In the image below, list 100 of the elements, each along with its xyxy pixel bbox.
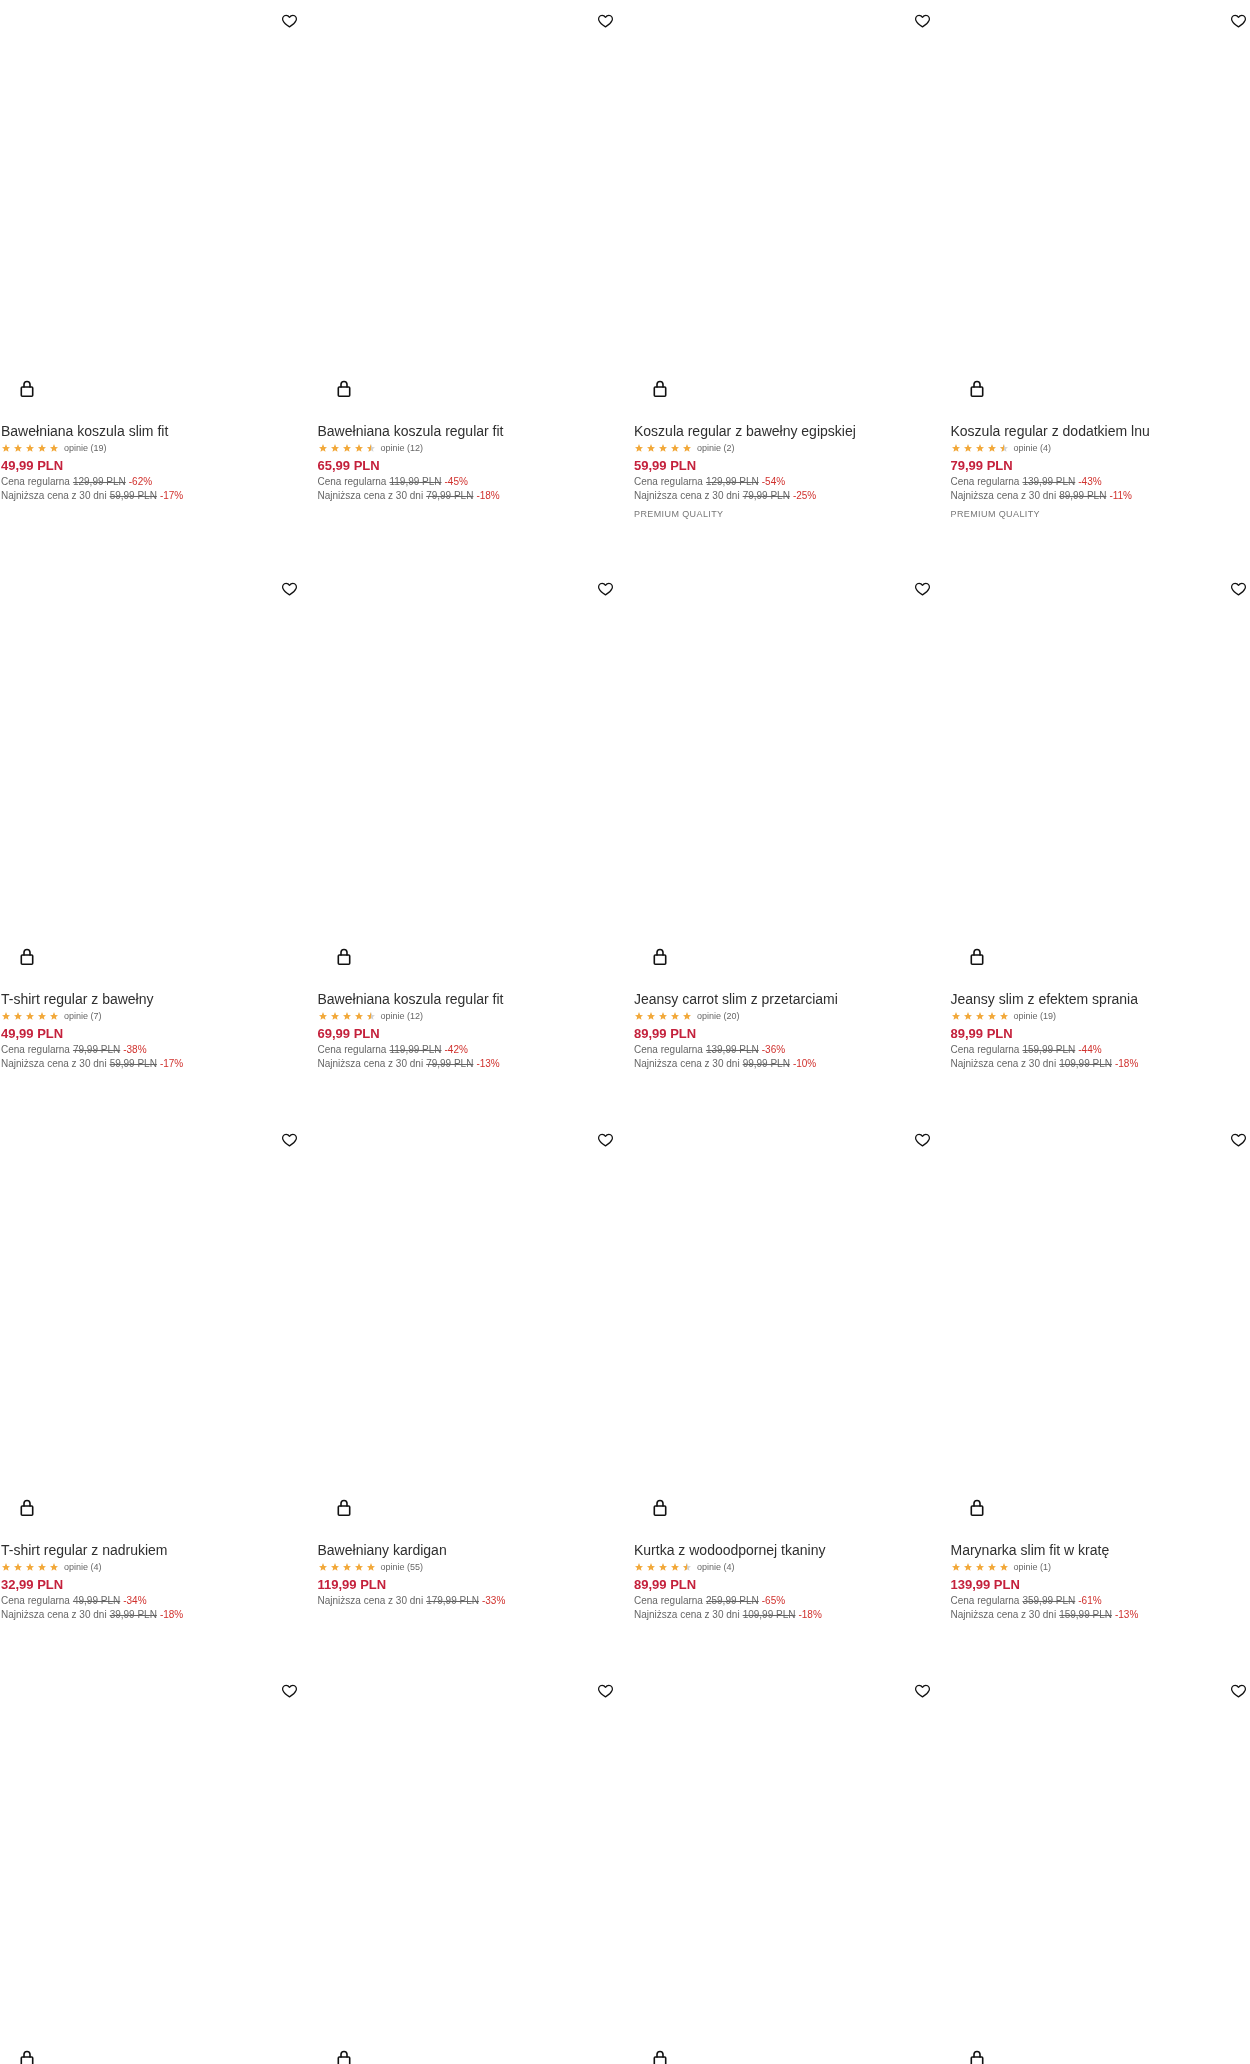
shopping-bag-icon[interactable] [653,2050,667,2064]
shopping-bag-icon[interactable] [336,1499,351,1516]
current-price: 89,99 PLN [633,1025,698,1043]
heart-icon[interactable] [914,1133,930,1147]
product-title[interactable]: Jeansy carrot slim z przetarciami [633,990,934,1008]
review-count[interactable]: opinie (1) [1013,1562,1052,1572]
heart-icon[interactable] [598,14,613,28]
review-count[interactable]: opinie (4) [64,1562,102,1572]
shopping-bag-icon[interactable] [653,948,667,965]
half-star-icon [999,444,1008,452]
review-count[interactable]: opinie (4) [1013,443,1052,453]
price-label: Cena regularna [634,475,703,489]
heart-icon[interactable] [914,14,930,28]
product-title[interactable]: Bawełniana koszula regular fit [316,990,617,1008]
review-count[interactable]: opinie (55) [380,1562,424,1572]
shopping-bag-icon[interactable] [20,948,34,965]
shopping-bag-icon[interactable] [20,1499,34,1516]
star-icon [671,1012,679,1020]
star-icon [26,1012,34,1020]
shopping-bag-icon[interactable] [336,2050,351,2064]
product-title[interactable]: T-shirt regular z bawełny [0,990,301,1008]
old-price: 49,99 PLN [72,1594,121,1608]
price-label: Najniższa cena z 30 dni [317,1057,424,1071]
heart-icon[interactable] [598,582,613,596]
heart-icon[interactable] [914,582,930,596]
star-icon [2,1563,10,1571]
review-count[interactable]: opinie (19) [64,443,107,453]
review-count[interactable]: opinie (7) [64,1011,102,1021]
price-label: Cena regularna [1,475,70,489]
star-icon [342,1563,351,1571]
star-icon [963,444,972,452]
old-price: 109,99 PLN [742,1608,796,1622]
shopping-bag-icon[interactable] [969,948,984,965]
current-price: 89,99 PLN [949,1025,1014,1043]
discount-percent: -18% [798,1608,822,1622]
star-icon [659,1563,667,1571]
heart-icon[interactable] [914,1684,930,1698]
shopping-bag-icon[interactable] [653,380,667,397]
price-label: Najniższa cena z 30 dni [1,489,107,503]
star-icon [38,1563,46,1571]
shopping-bag-icon[interactable] [969,1499,984,1516]
heart-icon[interactable] [1231,14,1246,28]
heart-icon[interactable] [598,1684,613,1698]
half-star-icon [366,1012,375,1020]
shopping-bag-icon[interactable] [336,948,351,965]
product-title[interactable]: Kurtka z wodoodpornej tkaniny [633,1541,934,1559]
product-title[interactable]: Koszula regular z dodatkiem lnu [949,422,1250,440]
star-icon [50,1563,58,1571]
star-icon [14,1012,22,1020]
heart-icon[interactable] [281,14,297,28]
old-price: 179,99 PLN [426,1594,479,1608]
star-icon [951,1012,960,1020]
star-icon [671,444,679,452]
review-count[interactable]: opinie (2) [697,443,735,453]
discount-percent: -13% [476,1057,500,1071]
product-title[interactable]: Jeansy slim z efektem sprania [949,990,1250,1008]
shopping-bag-icon[interactable] [20,380,34,397]
price-label: Cena regularna [1,1043,70,1057]
discount-percent: -10% [792,1057,817,1071]
review-count[interactable]: opinie (19) [1013,1011,1057,1021]
review-count[interactable]: opinie (20) [697,1011,740,1021]
old-price: 79,99 PLN [742,489,790,503]
star-icon [342,1012,351,1020]
review-count[interactable]: opinie (12) [380,443,424,453]
heart-icon[interactable] [281,1684,297,1698]
old-price: 139,99 PLN [1022,475,1076,489]
review-count[interactable]: opinie (4) [697,1562,735,1572]
star-icon [38,444,46,452]
product-title[interactable]: Bawełniana koszula slim fit [0,422,301,440]
price-label: Cena regularna [1,1594,70,1608]
product-title[interactable]: Bawełniany kardigan [316,1541,617,1559]
shopping-bag-icon[interactable] [969,2050,984,2064]
half-star-icon [366,444,375,452]
shopping-bag-icon[interactable] [20,2050,34,2064]
star-icon [963,1012,972,1020]
price-label: Cena regularna [317,1043,387,1057]
star-icon [330,1563,339,1571]
star-icon [330,444,339,452]
product-title[interactable]: Bawełniana koszula regular fit [316,422,617,440]
star-icon [635,1563,643,1571]
heart-icon[interactable] [1231,1684,1246,1698]
review-count[interactable]: opinie (12) [380,1011,424,1021]
price-label: Cena regularna [950,475,1020,489]
product-title[interactable]: Koszula regular z bawełny egipskiej [633,422,934,440]
product-title[interactable]: Marynarka slim fit w kratę [949,1541,1250,1559]
star-icon [659,444,667,452]
heart-icon[interactable] [1231,1133,1246,1147]
shopping-bag-icon[interactable] [969,380,984,397]
heart-icon[interactable] [598,1133,613,1147]
product-title[interactable]: T-shirt regular z nadrukiem [0,1541,301,1559]
discount-percent: -44% [1078,1043,1102,1057]
current-price: 119,99 PLN [316,1576,388,1594]
heart-icon[interactable] [281,1133,297,1147]
heart-icon[interactable] [281,582,297,596]
star-icon [318,1563,327,1571]
star-icon [647,1012,655,1020]
price-label: Najniższa cena z 30 dni [950,1057,1057,1071]
shopping-bag-icon[interactable] [336,380,351,397]
shopping-bag-icon[interactable] [653,1499,667,1516]
heart-icon[interactable] [1231,582,1246,596]
